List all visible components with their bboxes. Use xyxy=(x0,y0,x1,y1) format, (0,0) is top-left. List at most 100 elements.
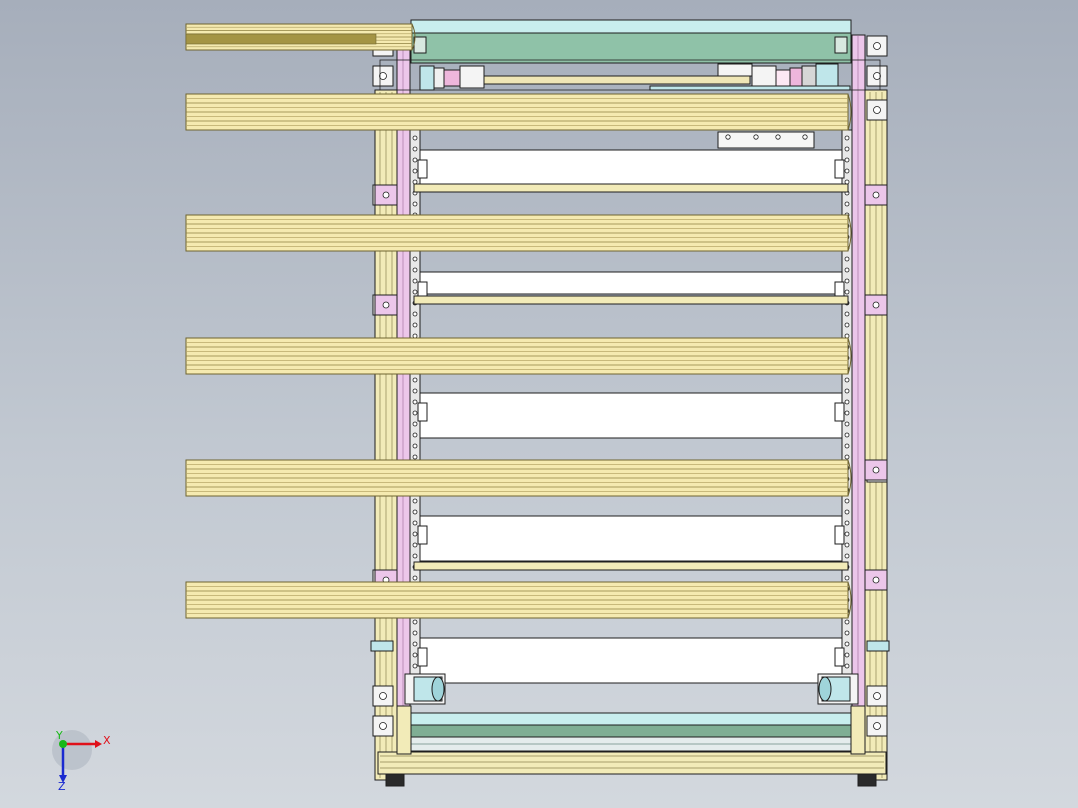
top-drive-shaft xyxy=(479,75,751,85)
z-axis-label: Z xyxy=(58,780,66,793)
base-left-upright xyxy=(396,705,412,755)
right-rail-hole xyxy=(844,267,850,273)
top-cyan-panel xyxy=(410,19,852,35)
tray-support-rail xyxy=(413,183,849,193)
left-rail-hole xyxy=(412,201,418,207)
right-rail-hole xyxy=(844,663,850,669)
right-coupling-block xyxy=(751,65,777,89)
bracket-hole xyxy=(725,134,731,140)
left-rail-hole xyxy=(412,157,418,163)
right-rail-hole xyxy=(844,333,850,339)
top-shaft-cyan-strip xyxy=(649,85,851,91)
long-rod-4 xyxy=(185,459,852,497)
left-rail-hole xyxy=(412,619,418,625)
left-rail-hole xyxy=(412,179,418,185)
right-rail-hole xyxy=(844,311,850,317)
base-right-upright xyxy=(850,705,866,755)
left-coupling-pink xyxy=(443,69,461,87)
axis-triad[interactable]: X Y Z xyxy=(52,729,111,793)
right-bracket-hole xyxy=(873,72,881,80)
right-rail-hole xyxy=(844,421,850,427)
right-bracket-hole xyxy=(873,42,881,50)
left-rail-hole xyxy=(412,410,418,416)
left-foot xyxy=(385,773,405,787)
left-rail-hole xyxy=(412,267,418,273)
right-rail-hole xyxy=(844,454,850,460)
right-rail-hole xyxy=(844,531,850,537)
right-rail-hole xyxy=(844,432,850,438)
left-rail-hole xyxy=(412,454,418,460)
left-rail-hole xyxy=(412,135,418,141)
left-coupling-block xyxy=(459,65,485,89)
left-rail-hole xyxy=(412,509,418,515)
long-rod-2 xyxy=(185,214,852,252)
left-rail-hole xyxy=(412,630,418,636)
left-bracket-hole xyxy=(379,72,387,80)
right-rail-hole xyxy=(844,652,850,658)
left-coupling-ring xyxy=(433,67,445,89)
right-rail-hole xyxy=(844,388,850,394)
tray-support-rail xyxy=(413,295,849,305)
left-rail-hole xyxy=(412,421,418,427)
tray-left-handle xyxy=(417,159,428,179)
left-rail-hole xyxy=(412,575,418,581)
tray-right-handle xyxy=(834,159,845,179)
left-rail-hole xyxy=(412,520,418,526)
right-rail-hole xyxy=(844,509,850,515)
tray-support-rail xyxy=(413,561,849,571)
right-connector-hole xyxy=(872,301,880,309)
left-rail-hole xyxy=(412,663,418,669)
right-rail-hole xyxy=(844,179,850,185)
top-panel-left-tab xyxy=(413,36,427,54)
left-rail-hole xyxy=(412,322,418,328)
right-rail-hole xyxy=(844,399,850,405)
left-rail-hole xyxy=(412,256,418,262)
left-connector-hole xyxy=(382,191,390,199)
left-rail-hole xyxy=(412,641,418,647)
left-rail-hole xyxy=(412,432,418,438)
tray-slot xyxy=(419,392,843,439)
right-coupling-pink xyxy=(789,67,803,89)
bottom-assembly-group xyxy=(377,673,887,787)
left-rail-hole xyxy=(412,652,418,658)
bottom-left-roller-end xyxy=(431,676,445,702)
left-side-cyan-block xyxy=(370,640,394,652)
right-rail-hole xyxy=(844,619,850,625)
cad-viewport[interactable]: X Y Z xyxy=(0,0,1078,808)
tray-left-handle xyxy=(417,647,428,667)
tray-right-handle xyxy=(834,647,845,667)
tray-left-handle xyxy=(417,402,428,422)
right-foot xyxy=(857,773,877,787)
left-connector-hole xyxy=(382,301,390,309)
tray-slot xyxy=(419,515,843,562)
left-bracket-hole xyxy=(379,722,387,730)
left-rail-hole xyxy=(412,168,418,174)
bottom-cyan-panel xyxy=(410,712,852,726)
left-bracket-hole xyxy=(379,692,387,700)
tray-right-handle xyxy=(834,525,845,545)
long-rod-1 xyxy=(185,93,852,131)
left-rail-hole xyxy=(412,443,418,449)
top-assembly-group xyxy=(379,19,881,91)
bottom-right-roller-end xyxy=(818,676,832,702)
right-rail-hole xyxy=(844,322,850,328)
right-bracket-hole xyxy=(873,106,881,114)
right-motor-mount xyxy=(717,63,753,77)
top-panel-right-tab xyxy=(834,36,848,54)
tray-right-handle xyxy=(834,402,845,422)
left-rail-hole xyxy=(412,146,418,152)
right-rail-hole xyxy=(844,201,850,207)
right-rail-hole xyxy=(844,289,850,295)
right-connector-hole xyxy=(872,466,880,474)
right-rail-hole xyxy=(844,256,850,262)
right-rail-hole xyxy=(844,553,850,559)
x-axis-label: X xyxy=(103,734,111,747)
left-rail-hole xyxy=(412,289,418,295)
left-rail-hole xyxy=(412,278,418,284)
right-coupling-light xyxy=(775,69,791,87)
tray-slot xyxy=(419,271,843,295)
long-rod-3 xyxy=(185,337,852,375)
left-rail-hole xyxy=(412,377,418,383)
tray-left-handle xyxy=(417,525,428,545)
right-side-cyan-block xyxy=(866,640,890,652)
